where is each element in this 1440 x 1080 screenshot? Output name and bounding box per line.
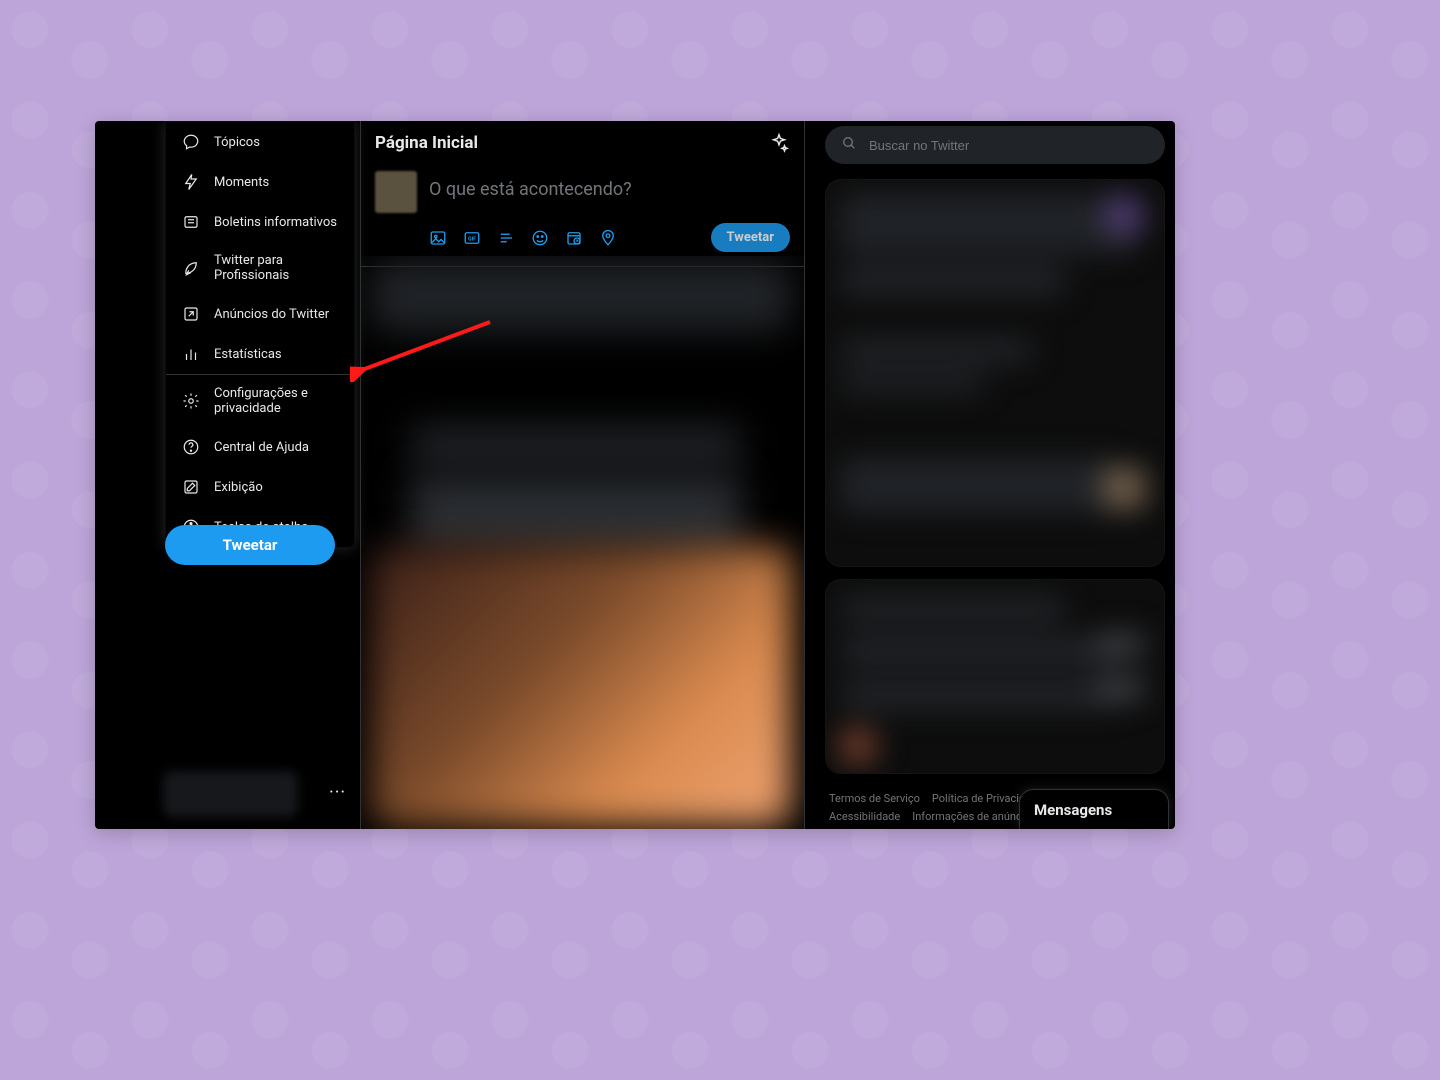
feed-item-blurred [411, 426, 741, 466]
side-panel-who-to-follow-blurred [825, 579, 1165, 774]
menu-item-moments[interactable]: Moments [166, 162, 354, 202]
menu-label: Tópicos [214, 135, 260, 150]
newsletter-icon [182, 213, 200, 231]
compose-attachment-icons: GIF [429, 229, 617, 247]
search-icon [841, 135, 857, 155]
help-icon [182, 438, 200, 456]
menu-label: Moments [214, 175, 269, 190]
menu-item-help-center[interactable]: Central de Ajuda [166, 427, 354, 467]
menu-item-settings-privacy[interactable]: Configurações e privacidade [166, 375, 354, 427]
menu-item-analytics[interactable]: Estatísticas [166, 334, 354, 374]
menu-label: Central de Ajuda [214, 440, 309, 455]
svg-text:GIF: GIF [468, 236, 476, 242]
top-tweets-sparkle-icon[interactable] [768, 132, 790, 154]
schedule-icon[interactable] [565, 229, 583, 247]
menu-item-newsletters[interactable]: Boletins informativos [166, 202, 354, 242]
menu-label: Boletins informativos [214, 215, 337, 230]
location-icon[interactable] [599, 229, 617, 247]
feed-item-blurred [411, 476, 741, 556]
messages-drawer[interactable]: Mensagens [1019, 789, 1169, 829]
page-title: Página Inicial [375, 133, 478, 153]
menu-item-professionals[interactable]: Twitter para Profissionais [166, 242, 354, 294]
emoji-icon[interactable] [531, 229, 549, 247]
app-window: Tópicos Moments Boletins informativos Tw… [95, 121, 1175, 829]
main-header: Página Inicial [361, 121, 804, 163]
menu-item-display[interactable]: Exibição [166, 467, 354, 507]
poll-icon[interactable] [497, 229, 515, 247]
gif-icon[interactable]: GIF [463, 229, 481, 247]
menu-item-topics[interactable]: Tópicos [166, 122, 354, 162]
menu-label: Configurações e privacidade [214, 386, 338, 416]
menu-item-ads[interactable]: Anúncios do Twitter [166, 294, 354, 334]
user-avatar[interactable] [375, 171, 417, 213]
compose-row: O que está acontecendo? [361, 163, 804, 213]
bar-chart-icon [182, 345, 200, 363]
search-wrap [815, 121, 1175, 174]
footer-link[interactable]: Termos de Serviço [829, 790, 920, 808]
pencil-square-icon [182, 478, 200, 496]
image-icon[interactable] [429, 229, 447, 247]
compose-input[interactable]: O que está acontecendo? [429, 171, 632, 213]
footer-link[interactable]: Acessibilidade [829, 808, 900, 826]
feed-item-blurred [371, 261, 791, 331]
menu-label: Twitter para Profissionais [214, 253, 338, 283]
compose-tweet-button[interactable]: Tweetar [711, 223, 790, 252]
right-column: Termos de Serviço Política de Privacidad… [815, 121, 1175, 829]
search-box[interactable] [825, 126, 1165, 164]
compose-tweet-label: Tweetar [727, 230, 774, 245]
messages-title: Mensagens [1034, 801, 1112, 819]
feed-image-blurred [371, 546, 791, 826]
side-panel-trends-blurred [825, 179, 1165, 567]
account-switcher-blurred[interactable] [163, 771, 298, 817]
menu-label: Exibição [214, 480, 263, 495]
tweet-button[interactable]: Tweetar [165, 525, 335, 565]
footer-link[interactable]: Informações de anúncios [912, 808, 1036, 826]
speech-bubble-icon [182, 133, 200, 151]
gear-icon [182, 392, 200, 410]
arrow-up-right-icon [182, 305, 200, 323]
lightning-icon [182, 173, 200, 191]
menu-label: Estatísticas [214, 347, 282, 362]
account-menu-more-icon[interactable]: ··· [329, 782, 346, 803]
rocket-icon [182, 259, 200, 277]
menu-label: Anúncios do Twitter [214, 307, 329, 322]
main-column: Página Inicial O que está acontecendo? G… [360, 121, 805, 829]
left-column: Tópicos Moments Boletins informativos Tw… [95, 121, 360, 829]
search-input[interactable] [869, 138, 1149, 153]
timeline-feed-blurred [361, 256, 804, 829]
more-menu-panel: Tópicos Moments Boletins informativos Tw… [165, 121, 355, 548]
tweet-button-label: Tweetar [223, 536, 278, 554]
